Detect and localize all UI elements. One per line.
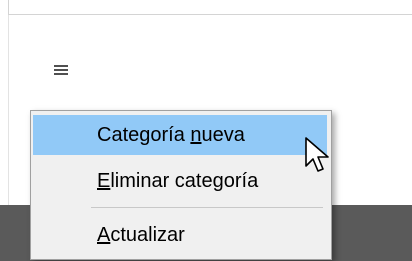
menu-item-label: Actualizar (97, 224, 185, 246)
accelerator-key: A (97, 224, 111, 246)
menu-item-refresh[interactable]: Actualizar (33, 215, 327, 255)
menu-item-label: Eliminar categoría (97, 170, 259, 192)
hamburger-menu-icon[interactable] (54, 62, 70, 76)
hamburger-line (54, 69, 68, 71)
mouse-pointer-icon (305, 137, 329, 172)
accelerator-key: n (190, 124, 202, 146)
accelerator-key: E (97, 170, 111, 192)
menu-item-delete-category[interactable]: Eliminar categoría (33, 161, 327, 201)
upper-panel (8, 0, 412, 15)
context-menu: Categoría nueva Eliminar categoría Actua… (30, 110, 332, 260)
menu-separator (91, 207, 323, 208)
menu-item-label: Categoría nueva (97, 124, 245, 146)
hamburger-line (54, 65, 68, 67)
hamburger-line (54, 73, 68, 75)
menu-item-new-category[interactable]: Categoría nueva (33, 115, 327, 155)
